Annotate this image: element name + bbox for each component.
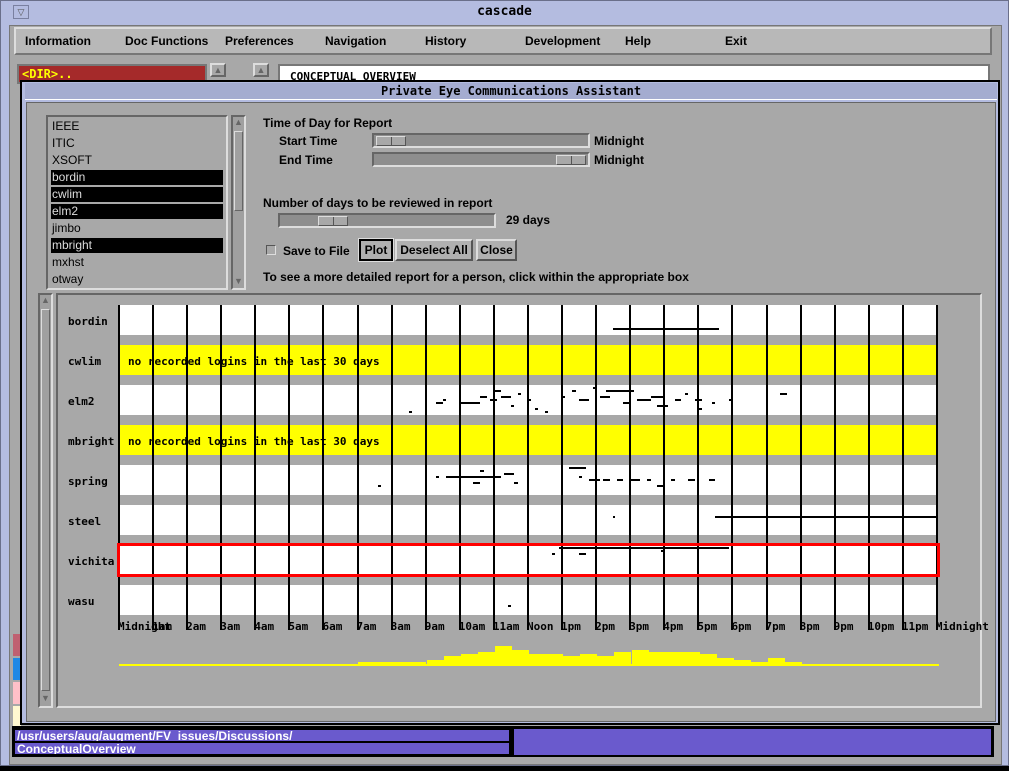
end-time-value: Midnight (594, 153, 644, 167)
status-path: /usr/users/aug/augment/FV_issues/Discuss… (14, 729, 510, 742)
menu-development[interactable]: Development (525, 34, 600, 48)
scroll-down-icon[interactable]: ▼ (40, 693, 51, 705)
slider-thumb[interactable] (376, 136, 406, 146)
user-list-item[interactable]: IEEE (51, 119, 223, 134)
user-list[interactable]: IEEE ITIC XSOFT bordin cwlim elm2 jimbo mbright… (46, 115, 228, 290)
window-menu-icon[interactable]: ▽ (13, 5, 29, 19)
menu-help[interactable]: Help (625, 34, 651, 48)
deselect-all-button[interactable]: Deselect All (395, 239, 473, 261)
scroll-thumb[interactable] (234, 131, 243, 211)
user-list-item[interactable]: mxhst (51, 255, 223, 270)
window-title: cascade (477, 4, 532, 19)
slider-thumb[interactable] (556, 155, 586, 165)
user-list-item[interactable]: elm2 (51, 204, 223, 219)
scroll-down-icon[interactable]: ▼ (233, 276, 244, 288)
save-to-file-label: Save to File (283, 244, 350, 258)
time-of-day-heading: Time of Day for Report (263, 116, 393, 130)
days-slider[interactable] (278, 213, 496, 228)
user-list-item[interactable]: otway (51, 272, 223, 287)
user-list-item[interactable]: jimbo (51, 221, 223, 236)
plot-scrollbar[interactable]: ▲ ▼ (38, 293, 53, 708)
days-value: 29 days (506, 213, 551, 227)
start-time-value: Midnight (594, 134, 644, 148)
hint-text: To see a more detailed report for a pers… (263, 270, 689, 284)
user-list-scrollbar[interactable]: ▲ ▼ (231, 115, 246, 290)
scroll-up-icon[interactable]: ▲ (233, 117, 244, 129)
user-list-item[interactable]: XSOFT (51, 153, 223, 168)
start-time-slider[interactable] (372, 133, 590, 148)
menu-doc-functions[interactable]: Doc Functions (125, 34, 208, 48)
plot-button[interactable]: Plot (358, 238, 394, 262)
close-button[interactable]: Close (476, 239, 517, 261)
dialog-title: Private Eye Communications Assistant (25, 83, 997, 100)
scroll-up-icon[interactable]: ▲ (40, 295, 51, 307)
menu-navigation[interactable]: Navigation (325, 34, 386, 48)
status-panel (513, 728, 992, 756)
menu-bar: Information Doc Functions Preferences Na… (14, 27, 992, 55)
login-chart-panel (56, 293, 982, 708)
user-list-item[interactable]: bordin (51, 170, 223, 185)
days-heading: Number of days to be reviewed in report (263, 196, 493, 210)
start-time-label: Start Time (279, 134, 338, 148)
scroll-up-icon[interactable]: ▲ (210, 63, 226, 77)
menu-exit[interactable]: Exit (725, 34, 747, 48)
scroll-up-icon[interactable]: ▲ (253, 63, 269, 77)
user-list-item[interactable]: mbright (51, 238, 223, 253)
end-time-slider[interactable] (372, 152, 590, 167)
user-list-item[interactable]: cwlim (51, 187, 223, 202)
menu-information[interactable]: Information (25, 34, 91, 48)
end-time-label: End Time (279, 153, 333, 167)
user-list-item[interactable]: ITIC (51, 136, 223, 151)
menu-history[interactable]: History (425, 34, 466, 48)
slider-thumb[interactable] (318, 216, 348, 226)
scroll-thumb[interactable] (41, 309, 50, 691)
save-to-file-checkbox[interactable] (266, 245, 276, 255)
status-node: ConceptualOverview (14, 742, 510, 755)
menu-preferences[interactable]: Preferences (225, 34, 294, 48)
